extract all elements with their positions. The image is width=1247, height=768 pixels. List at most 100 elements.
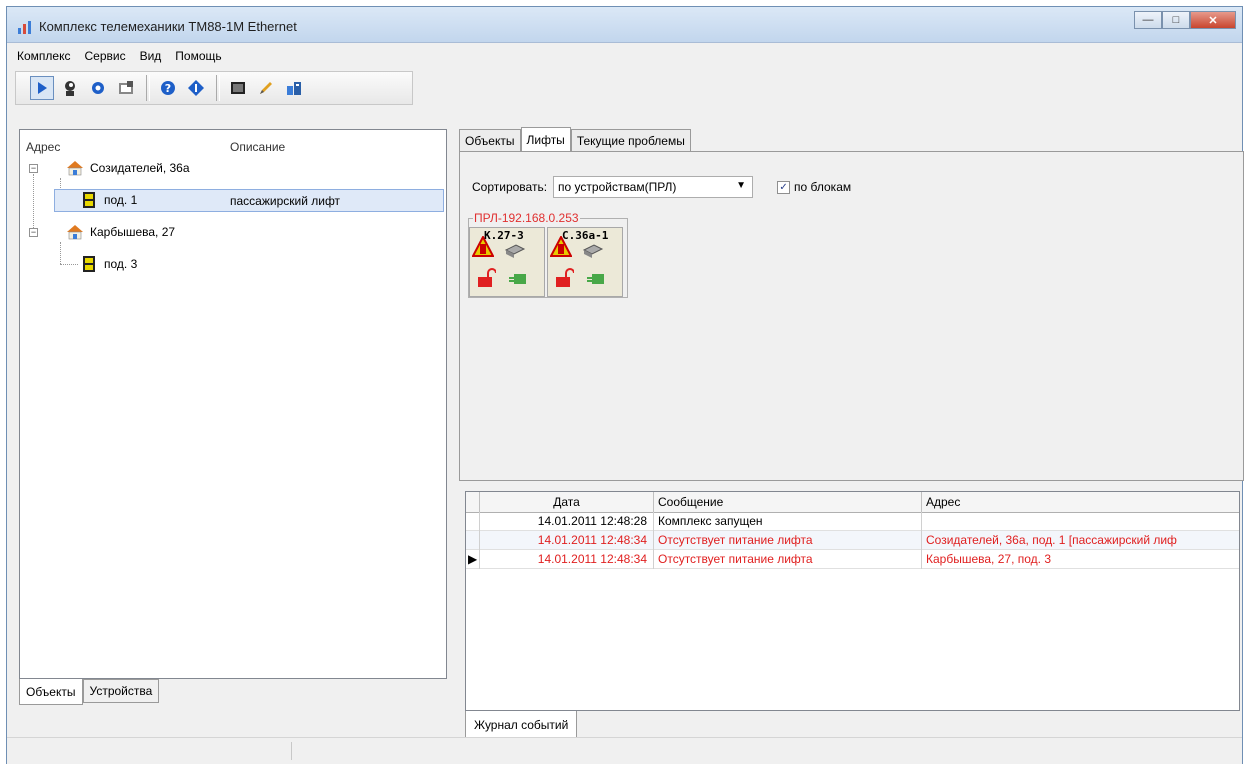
lift-tile-name: С.36а-1 xyxy=(562,229,609,242)
properties-icon xyxy=(119,81,133,94)
house-icon xyxy=(67,161,83,176)
lift-icon xyxy=(83,192,95,208)
lift-icon xyxy=(83,256,95,272)
tab-objects-right[interactable]: Объекты xyxy=(459,129,521,151)
info-button[interactable] xyxy=(184,76,208,100)
tab-current-problems[interactable]: Текущие проблемы xyxy=(570,129,691,151)
cell-address: Созидателей, 36а, под. 1 [пассажирский л… xyxy=(926,533,1177,547)
house-icon xyxy=(67,225,83,240)
unlocked-lock-icon xyxy=(478,268,496,287)
pencil-icon xyxy=(260,82,272,94)
status-separator xyxy=(291,742,292,760)
column-header-message[interactable]: Сообщение xyxy=(654,492,922,512)
cell-message: Отсутствует питание лифта xyxy=(654,531,922,550)
table-row[interactable]: 14.01.2011 12:48:34 Отсутствует питание … xyxy=(466,531,1239,550)
table-row[interactable]: ▶ 14.01.2011 12:48:34 Отсутствует питани… xyxy=(466,550,1239,569)
cell-address xyxy=(922,512,1239,531)
grid-header: Дата Сообщение Адрес xyxy=(466,492,1239,513)
settings-button[interactable] xyxy=(86,76,110,100)
tab-lifts[interactable]: Лифты xyxy=(520,127,571,151)
chevron-down-icon: ▼ xyxy=(736,180,747,191)
svg-text:?: ? xyxy=(165,82,171,95)
tree-node-label: Карбышева, 27 xyxy=(90,225,176,239)
cell-message: Отсутствует питание лифта xyxy=(654,550,922,569)
current-row-arrow-icon: ▶ xyxy=(466,550,480,569)
menu-complex[interactable]: Комплекс xyxy=(17,49,70,63)
cell-message: Комплекс запущен xyxy=(654,512,922,531)
menu-service[interactable]: Сервис xyxy=(84,49,125,63)
power-plug-icon xyxy=(509,274,526,284)
tree-connector xyxy=(33,174,34,234)
menu-help[interactable]: Помощь xyxy=(175,49,221,63)
toolbar-separator xyxy=(216,75,220,101)
buildings-icon xyxy=(287,82,301,95)
cell-date: 14.01.2011 12:48:34 xyxy=(480,531,654,550)
sort-dropdown-value: по устройствам(ПРЛ) xyxy=(558,180,677,194)
lift-tile[interactable]: К.27-3 xyxy=(469,227,545,297)
tree-node-address[interactable]: Карбышева, 27 xyxy=(66,222,175,242)
cell-address: Карбышева, 27, под. 3 xyxy=(926,552,1051,566)
cell-date: 14.01.2011 12:48:34 xyxy=(480,550,654,569)
maximize-button[interactable]: □ xyxy=(1162,11,1190,29)
tree-node-lift[interactable]: под. 3 xyxy=(82,254,137,274)
unlocked-lock-icon xyxy=(556,268,574,287)
main-window: Комплекс телемеханики ТМ88-1М Ethernet —… xyxy=(6,6,1244,764)
lifts-panel: Сортировать: по устройствам(ПРЛ) ▼ ✓ по … xyxy=(459,151,1244,481)
pointer-tool-button[interactable] xyxy=(30,76,54,100)
prl-group: ПРЛ-192.168.0.253 К.27-3 С.36а-1 xyxy=(468,211,628,298)
sort-controls: Сортировать: по устройствам(ПРЛ) ▼ ✓ по … xyxy=(472,176,851,198)
column-header-address[interactable]: Адрес xyxy=(26,140,60,154)
tree-node-address[interactable]: Созидателей, 36а xyxy=(66,158,190,178)
sort-label: Сортировать: xyxy=(472,180,548,194)
close-button[interactable]: ✕ xyxy=(1190,11,1236,29)
toolbar: ? xyxy=(15,71,413,105)
menu-bar: Комплекс Сервис Вид Помощь xyxy=(7,43,1242,69)
by-blocks-checkbox[interactable]: ✓ xyxy=(777,180,791,194)
column-header-description[interactable]: Описание xyxy=(230,140,285,154)
table-row[interactable]: 14.01.2011 12:48:28 Комплекс запущен xyxy=(466,512,1239,531)
properties-button[interactable] xyxy=(114,76,138,100)
tree-connector xyxy=(60,264,78,265)
help-button[interactable]: ? xyxy=(156,76,180,100)
edit-button[interactable] xyxy=(254,76,278,100)
collapse-toggle-icon[interactable]: − xyxy=(29,228,38,237)
network-device-icon xyxy=(582,244,604,258)
tree-node-description: пассажирский лифт xyxy=(230,194,341,208)
by-blocks-label: по блокам xyxy=(794,180,852,194)
event-log-grid[interactable]: Дата Сообщение Адрес 14.01.2011 12:48:28… xyxy=(465,491,1240,711)
info-icon xyxy=(188,80,204,96)
play-pointer-icon xyxy=(38,82,47,94)
row-indicator xyxy=(466,512,480,531)
sort-dropdown[interactable]: по устройствам(ПРЛ) ▼ xyxy=(553,176,754,198)
user-button[interactable] xyxy=(58,76,82,100)
title-bar: Комплекс телемеханики ТМ88-1М Ethernet —… xyxy=(7,7,1242,43)
tree-node-label: Созидателей, 36а xyxy=(90,161,190,175)
network-device-icon xyxy=(504,244,526,258)
monitor-button[interactable] xyxy=(226,76,250,100)
tab-objects[interactable]: Объекты xyxy=(19,679,83,705)
tree-node-lift[interactable]: под. 1 xyxy=(82,190,137,210)
gear-icon xyxy=(92,82,104,94)
window-title: Комплекс телемеханики ТМ88-1М Ethernet xyxy=(39,19,297,34)
status-bar xyxy=(7,737,1242,764)
tree-node-label: под. 3 xyxy=(104,257,138,271)
collapse-toggle-icon[interactable]: − xyxy=(29,164,38,173)
tab-devices[interactable]: Устройства xyxy=(82,679,160,703)
lift-tile[interactable]: С.36а-1 xyxy=(547,227,623,297)
prl-group-title: ПРЛ-192.168.0.253 xyxy=(473,211,580,225)
tab-event-log[interactable]: Журнал событий xyxy=(465,711,578,739)
column-header-address[interactable]: Адрес xyxy=(922,492,1239,512)
objects-tree[interactable]: Адрес Описание − Созидателей, 36а под. 1… xyxy=(19,129,447,679)
tree-connector xyxy=(60,242,61,264)
help-icon: ? xyxy=(161,81,175,95)
row-indicator-header xyxy=(466,492,480,512)
column-header-date[interactable]: Дата xyxy=(480,492,654,512)
buildings-button[interactable] xyxy=(282,76,306,100)
tree-node-label: под. 1 xyxy=(104,193,138,207)
right-tab-strip: Объекты Лифты Текущие проблемы xyxy=(459,127,691,151)
minimize-button[interactable]: — xyxy=(1134,11,1162,29)
cell-date: 14.01.2011 12:48:28 xyxy=(480,512,654,531)
menu-view[interactable]: Вид xyxy=(140,49,162,63)
app-icon xyxy=(18,21,31,34)
monitor-icon xyxy=(231,82,245,94)
